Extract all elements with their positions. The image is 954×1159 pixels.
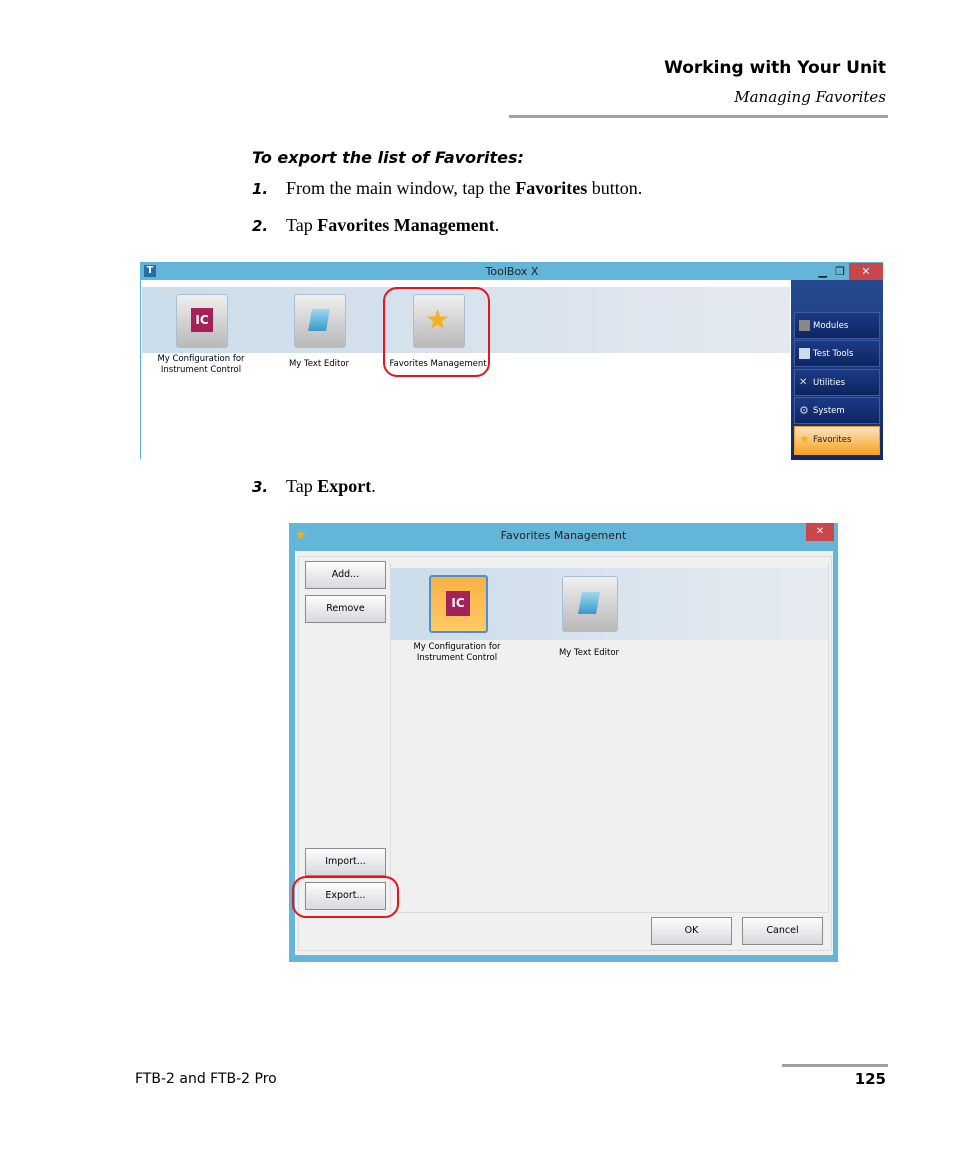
page-number: 125 — [854, 1070, 886, 1088]
tile-text-editor[interactable] — [562, 576, 618, 632]
tile-label: My Configuration for Instrument Control — [157, 354, 245, 375]
footer-product: FTB-2 and FTB-2 Pro — [135, 1071, 277, 1087]
import-button[interactable]: Import... — [305, 848, 386, 876]
manual-page: Working with Your Unit Managing Favorite… — [0, 0, 954, 1159]
favorites-list: IC My Configuration for Instrument Contr… — [390, 563, 829, 913]
maximize-button[interactable]: ❐ — [835, 263, 845, 280]
step-1: 1. From the main window, tap the Favorite… — [252, 178, 643, 198]
star-icon: ★ — [799, 432, 810, 446]
modules-icon — [799, 320, 810, 331]
nav-test-tools[interactable]: Test Tools — [794, 340, 880, 367]
nav-system-settings[interactable]: ⚙System Settings — [794, 397, 880, 443]
highlight-favorites-management — [383, 287, 490, 377]
notepad-icon — [578, 592, 600, 614]
section-title: Managing Favorites — [734, 88, 886, 106]
nav-modules[interactable]: Modules — [794, 312, 880, 339]
cancel-button[interactable]: Cancel — [742, 917, 823, 945]
nav-favorites[interactable]: ★ Favorites — [794, 426, 880, 455]
chapter-title: Working with Your Unit — [664, 58, 886, 78]
tile-text-editor[interactable] — [294, 294, 346, 348]
remove-button[interactable]: Remove — [305, 595, 386, 623]
ic-icon: IC — [446, 591, 470, 616]
procedure-title: To export the list of Favorites: — [252, 148, 524, 167]
tile-label: My Text Editor — [558, 648, 620, 658]
add-button[interactable]: Add... — [305, 561, 386, 589]
nav-utilities[interactable]: ✕ Utilities — [794, 369, 880, 396]
utilities-icon: ✕ — [799, 377, 808, 388]
tile-label: My Configuration for Instrument Control — [413, 642, 501, 663]
tile-ic[interactable]: IC — [176, 294, 228, 348]
header-rule — [509, 115, 888, 118]
ic-icon: IC — [191, 308, 213, 332]
footer-rule — [782, 1064, 888, 1067]
step-2: 2. Tap Favorites Management. — [252, 215, 500, 235]
tile-label: My Text Editor — [288, 359, 350, 369]
minimize-button[interactable]: ▁ — [819, 263, 827, 280]
highlight-export — [292, 876, 399, 918]
toolbox-title: ToolBox X — [485, 265, 539, 278]
toolbox-logo-icon: T — [144, 265, 156, 277]
step-3: 3. Tap Export. — [252, 476, 376, 496]
tile-ic-selected[interactable]: IC — [429, 575, 488, 633]
toolbox-titlebar: T ToolBox X ▁ ❐ ✕ — [141, 263, 883, 280]
ok-button[interactable]: OK — [651, 917, 732, 945]
test-tools-icon — [799, 348, 810, 359]
close-button[interactable]: ✕ — [849, 263, 883, 280]
gear-icon: ⚙ — [799, 404, 809, 417]
dialog-titlebar: ★ Favorites Management ✕ — [289, 523, 838, 548]
dialog-title: Favorites Management — [500, 529, 627, 542]
toolbox-window: T ToolBox X ▁ ❐ ✕ IC My Configuration fo… — [140, 262, 883, 460]
star-icon: ★ — [295, 528, 307, 543]
close-button[interactable]: ✕ — [806, 523, 834, 541]
notepad-icon — [308, 309, 330, 331]
nav-panel: Modules Test Tools ✕Utilities ⚙System Se… — [791, 280, 883, 460]
